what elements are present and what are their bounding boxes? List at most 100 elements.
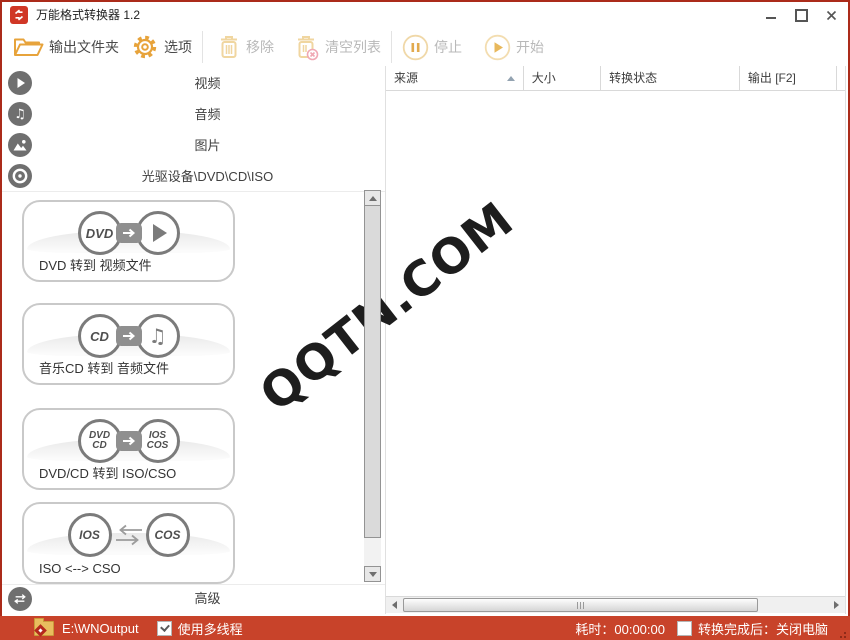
- swap-circle-icon: [8, 587, 32, 611]
- pause-icon: [402, 34, 429, 61]
- remove-button[interactable]: 移除: [217, 33, 274, 61]
- minimize-icon: [766, 17, 776, 19]
- category-image[interactable]: 图片: [2, 130, 385, 161]
- column-header-size[interactable]: 大小: [524, 66, 601, 90]
- file-list-horizontal-scrollbar[interactable]: [386, 596, 845, 613]
- file-table-header: 来源 大小 转换状态 输出 [F2]: [386, 66, 845, 91]
- scroll-down-button[interactable]: [364, 566, 381, 582]
- image-icon: [8, 133, 32, 157]
- scroll-left-button[interactable]: [387, 597, 402, 613]
- music-note-icon: ♫: [149, 326, 167, 346]
- column-header-source[interactable]: 来源: [386, 66, 524, 90]
- trash-clear-icon: [294, 33, 320, 61]
- options-label: 选项: [164, 37, 192, 57]
- file-list-panel: 来源 大小 转换状态 输出 [F2]: [385, 66, 846, 614]
- cd-circle-icon: CD: [78, 314, 122, 358]
- category-video-label: 视频: [2, 68, 385, 99]
- clear-list-button[interactable]: 清空列表: [294, 33, 381, 61]
- sort-ascending-icon: [507, 76, 515, 81]
- maximize-icon: [795, 9, 808, 22]
- file-table-body[interactable]: [386, 91, 845, 596]
- category-audio-label: 音频: [2, 99, 385, 130]
- horizontal-scrollbar-thumb[interactable]: [403, 598, 758, 612]
- card-label: ISO <--> CSO: [39, 561, 121, 576]
- card-dvdcd-to-isocso[interactable]: DVDCD IOSCOS DVD/CD 转到 ISO/CSO: [22, 408, 235, 490]
- arrow-right-icon: [116, 326, 142, 346]
- category-audio[interactable]: ♫ 音频: [2, 99, 385, 130]
- category-video[interactable]: 视频: [2, 68, 385, 99]
- start-label: 开始: [516, 37, 544, 57]
- disc-icon: [8, 164, 32, 188]
- arrow-down-icon: [369, 572, 377, 577]
- output-folder-label: 输出文件夹: [49, 37, 119, 57]
- trash-icon: [217, 33, 241, 61]
- arrow-right-icon: [834, 601, 839, 609]
- start-button[interactable]: 开始: [484, 34, 544, 61]
- window-border-left: [0, 0, 2, 640]
- audio-circle-icon: ♫: [136, 314, 180, 358]
- card-label: DVD/CD 转到 ISO/CSO: [39, 463, 176, 482]
- folder-icon: [12, 35, 44, 59]
- thumb-grip: [580, 602, 581, 609]
- category-disc-label: 光驱设备\DVD\CD\ISO: [2, 161, 385, 192]
- options-button[interactable]: 选项: [131, 33, 192, 61]
- thumb-grip: [577, 602, 578, 609]
- swap-arrows-icon: [114, 524, 144, 546]
- stop-label: 停止: [434, 37, 462, 57]
- resize-grip[interactable]: [836, 632, 838, 634]
- remove-label: 移除: [246, 37, 274, 57]
- advanced-button[interactable]: 高级: [2, 585, 385, 613]
- column-header-output[interactable]: 输出 [F2]: [740, 66, 837, 90]
- card-icon-group: IOS COS: [24, 511, 233, 559]
- thumb-grip: [583, 602, 584, 609]
- shutdown-after-label: 转换完成后：关闭电脑: [698, 619, 828, 638]
- category-image-label: 图片: [2, 130, 385, 161]
- shutdown-after-checkbox[interactable]: [677, 621, 692, 636]
- arrow-left-icon: [392, 601, 397, 609]
- card-iso-cso-swap[interactable]: IOS COS ISO <--> CSO: [22, 502, 235, 584]
- category-disc[interactable]: 光驱设备\DVD\CD\ISO: [2, 161, 385, 192]
- scroll-up-button[interactable]: [364, 190, 381, 206]
- column-header-filler: [837, 66, 845, 90]
- scroll-right-button[interactable]: [829, 597, 844, 613]
- advanced-label: 高级: [2, 585, 385, 613]
- multithread-checkbox[interactable]: [157, 621, 172, 636]
- stop-button[interactable]: 停止: [402, 34, 462, 61]
- play-glyph-icon: [153, 224, 167, 242]
- window-border-top: [0, 0, 850, 2]
- card-icon-group: CD ♫: [24, 312, 233, 360]
- cards-vertical-scrollbar[interactable]: [364, 190, 381, 582]
- video-circle-icon: [136, 211, 180, 255]
- status-bar: E:\WNOutput 使用多线程 耗时：00:00:00 转换完成后：关闭电脑: [0, 616, 850, 640]
- dvdcd-circle-icon: DVDCD: [78, 419, 122, 463]
- status-bar-right: 耗时：00:00:00 转换完成后：关闭电脑: [575, 619, 828, 638]
- card-cd-to-audio[interactable]: CD ♫ 音乐CD 转到 音频文件: [22, 303, 235, 385]
- arrow-right-icon: [116, 223, 142, 243]
- window-title: 万能格式转换器 1.2: [36, 2, 140, 28]
- app-logo-icon: [10, 6, 28, 24]
- output-folder-status-icon: [34, 621, 54, 636]
- toolbar: 输出文件夹 选项 移除: [2, 28, 848, 66]
- music-icon: ♫: [8, 102, 32, 126]
- play-icon: [484, 34, 511, 61]
- ioscos-circle-icon: IOSCOS: [136, 419, 180, 463]
- minimize-button[interactable]: [756, 2, 786, 28]
- card-icon-group: DVDCD IOSCOS: [24, 417, 233, 465]
- clear-list-label: 清空列表: [325, 37, 381, 57]
- output-path[interactable]: E:\WNOutput: [62, 621, 139, 636]
- arrow-right-icon: [116, 431, 142, 451]
- toolbar-divider: [391, 31, 392, 63]
- maximize-button[interactable]: [786, 2, 816, 28]
- card-label: DVD 转到 视频文件: [39, 255, 152, 274]
- cos-circle-icon: COS: [146, 513, 190, 557]
- arrow-up-icon: [369, 196, 377, 201]
- vertical-scrollbar-thumb[interactable]: [364, 205, 381, 538]
- output-folder-button[interactable]: 输出文件夹: [12, 35, 119, 59]
- dvd-circle-icon: DVD: [78, 211, 122, 255]
- card-icon-group: DVD: [24, 209, 233, 257]
- close-button[interactable]: [816, 2, 846, 28]
- app-badge-icon: [34, 624, 47, 637]
- card-dvd-to-video[interactable]: DVD DVD 转到 视频文件: [22, 200, 235, 282]
- column-header-status[interactable]: 转换状态: [601, 66, 740, 90]
- video-play-icon: [8, 71, 32, 95]
